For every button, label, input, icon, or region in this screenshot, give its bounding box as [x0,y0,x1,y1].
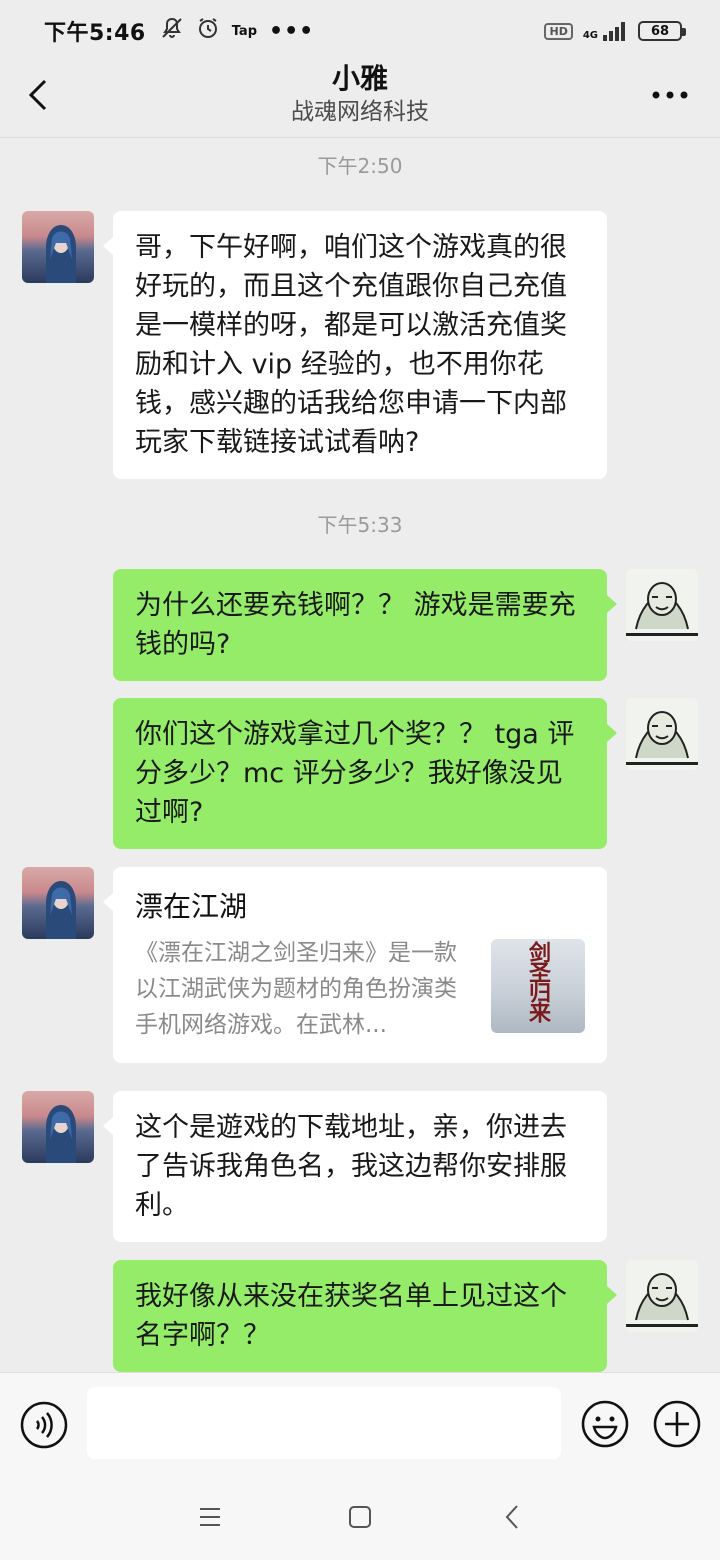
message-bubble[interactable]: 哥，下午好啊，咱们这个游戏真的很好玩的，而且这个充值跟你自己充值是一模样的呀，都… [103,211,607,479]
recent-apps-button[interactable] [190,1500,230,1534]
alarm-icon [196,16,220,46]
system-back-button[interactable] [492,1500,532,1534]
contact-avatar[interactable] [22,211,94,283]
chat-header: 小雅 战魂网络科技 [0,62,720,138]
emoji-icon [581,1400,629,1448]
card-thumbnail-text: 剑圣归来 [525,941,551,1021]
contact-avatar[interactable] [22,867,94,939]
menu-icon [200,1508,220,1526]
tap-indicator: Tap [231,23,258,39]
message-bubble[interactable]: 为什么还要充钱啊？？ 游戏是需要充钱的吗? [113,569,617,681]
battery-icon: 68 [638,21,686,41]
mute-notification-icon [160,16,184,46]
timestamp: 下午2:50 [317,154,403,178]
my-avatar[interactable] [626,569,698,641]
voice-icon [20,1401,68,1449]
card-description: 《漂在江湖之剑圣归来》是一款以江湖武侠为题材的角色扮演类手机网络游戏。在武林..… [135,940,457,1038]
nav-back-icon [505,1505,518,1529]
link-card[interactable]: 漂在江湖 《漂在江湖之剑圣归来》是一款以江湖武侠为题材的角色扮演类手机网络游戏。… [103,867,607,1063]
status-bar: 下午5:46 Tap ••• HD 4G 68 [0,0,720,62]
status-time: 下午5:46 [44,21,146,46]
more-actions-button[interactable] [652,1399,702,1449]
card-thumbnail: 剑圣归来 [491,939,585,1033]
message-bubble[interactable]: 我好像从来没在获奖名单上见过这个名字啊？？ [113,1260,617,1372]
timestamp: 下午5:33 [317,513,403,537]
message-bubble[interactable]: 你们这个游戏拿过几个奖？？ tga 评分多少？mc 评分多少？我好像没见过啊? [113,698,617,849]
hd-badge: HD [544,22,573,40]
signal-icon: 4G [583,21,628,41]
contact-avatar[interactable] [22,1091,94,1163]
my-avatar[interactable] [626,698,698,770]
card-title: 漂在江湖 [135,890,248,923]
message-bubble[interactable]: 这个是遊戏的下载地址，亲，你进去了告诉我角色名，我这边帮你安排服利。 [103,1091,607,1242]
voice-button[interactable] [20,1401,68,1449]
plus-icon [653,1400,701,1448]
chat-title: 小雅 战魂网络科技 [160,62,560,128]
back-icon [28,79,47,111]
more-button[interactable] [650,80,690,110]
emoji-button[interactable] [580,1399,630,1449]
system-nav-bar [0,1472,720,1560]
more-icon [652,91,688,99]
message-input[interactable] [87,1387,561,1459]
home-icon [349,1506,371,1528]
contact-company: 战魂网络科技 [291,99,429,125]
home-button[interactable] [340,1500,380,1534]
my-avatar[interactable] [626,1260,698,1332]
back-button[interactable] [18,72,58,118]
input-bar [0,1372,720,1472]
more-status-icon: ••• [269,18,315,44]
contact-name: 小雅 [331,62,388,95]
